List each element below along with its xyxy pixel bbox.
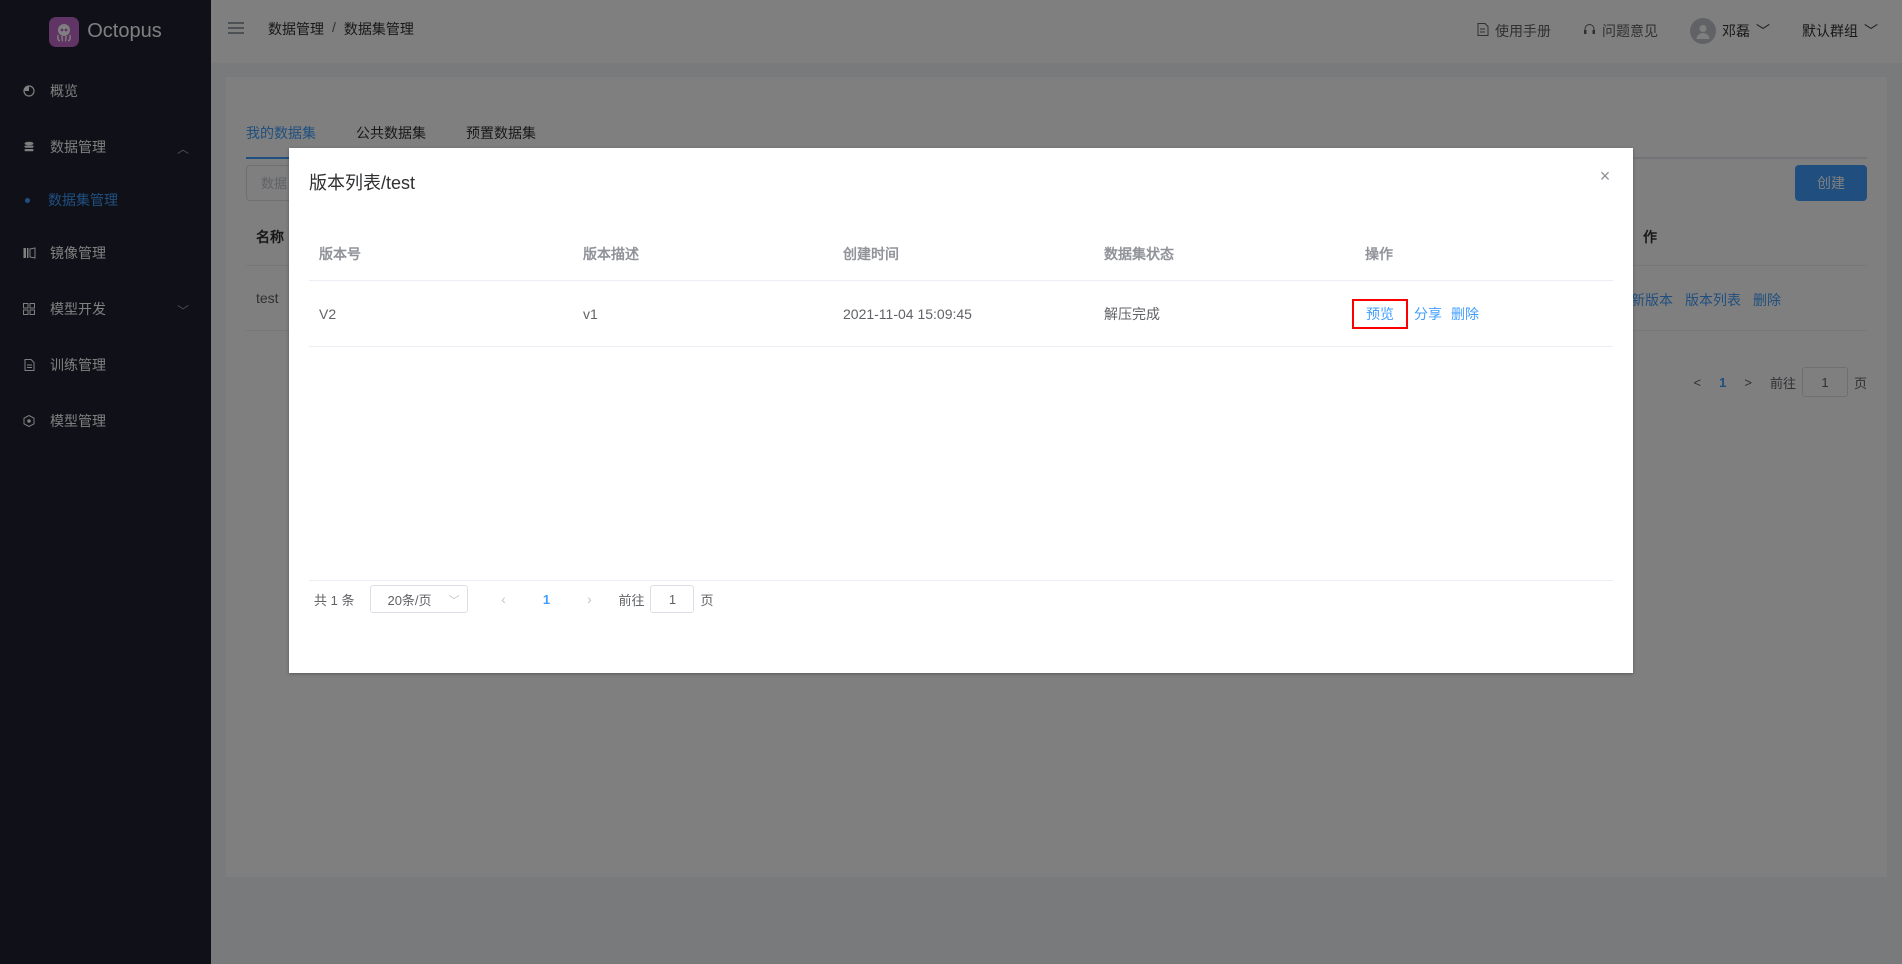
share-link[interactable]: 分享	[1414, 304, 1442, 324]
prev-page-icon[interactable]: ‹	[488, 591, 518, 607]
app-root: Octopus 概览 数据管理 ︿ 数据集管理	[0, 0, 1902, 964]
column-header-status: 数据集状态	[1104, 246, 1174, 262]
version-list-dialog: 版本列表/test × 版本号 版本描述 创建时间 数据集状态 操作 V2 v1…	[289, 148, 1633, 673]
table-row: V2 v1 2021-11-04 15:09:45 解压完成 预览 分享 删除	[309, 281, 1613, 347]
table-header: 版本号 版本描述 创建时间 数据集状态 操作	[309, 228, 1613, 281]
chevron-down-icon: ﹀	[448, 595, 460, 607]
created-cell: 2021-11-04 15:09:45	[843, 305, 972, 322]
current-page[interactable]: 1	[536, 592, 556, 607]
next-page-icon[interactable]: ›	[574, 591, 604, 607]
divider	[309, 580, 1613, 581]
dialog-pagination: 共 1 条 20条/页 ﹀ ‹ 1 › 前往 1 页	[314, 585, 714, 613]
description-cell: v1	[583, 305, 598, 322]
column-header-created: 创建时间	[843, 246, 899, 262]
column-header-description: 版本描述	[583, 246, 639, 262]
jump-input[interactable]: 1	[650, 585, 695, 613]
page-size-value: 20条/页	[387, 592, 432, 608]
close-icon[interactable]: ×	[1597, 167, 1613, 185]
page-jumper: 前往 1 页	[618, 585, 714, 613]
row-actions: 预览 分享 删除	[1352, 281, 1488, 346]
page-size-select[interactable]: 20条/页 ﹀	[370, 585, 469, 613]
preview-link[interactable]: 预览	[1352, 298, 1408, 329]
version-table: 版本号 版本描述 创建时间 数据集状态 操作 V2 v1 2021-11-04 …	[309, 228, 1613, 347]
column-header-version: 版本号	[319, 246, 361, 262]
status-cell: 解压完成	[1104, 305, 1160, 322]
version-cell: V2	[319, 305, 337, 322]
delete-link[interactable]: 删除	[1451, 304, 1479, 324]
dialog-title: 版本列表/test	[309, 173, 416, 193]
total-count: 共 1 条	[314, 592, 355, 608]
column-header-ops: 操作	[1365, 246, 1393, 262]
jump-label: 前往	[618, 592, 645, 608]
page-unit: 页	[700, 592, 714, 608]
